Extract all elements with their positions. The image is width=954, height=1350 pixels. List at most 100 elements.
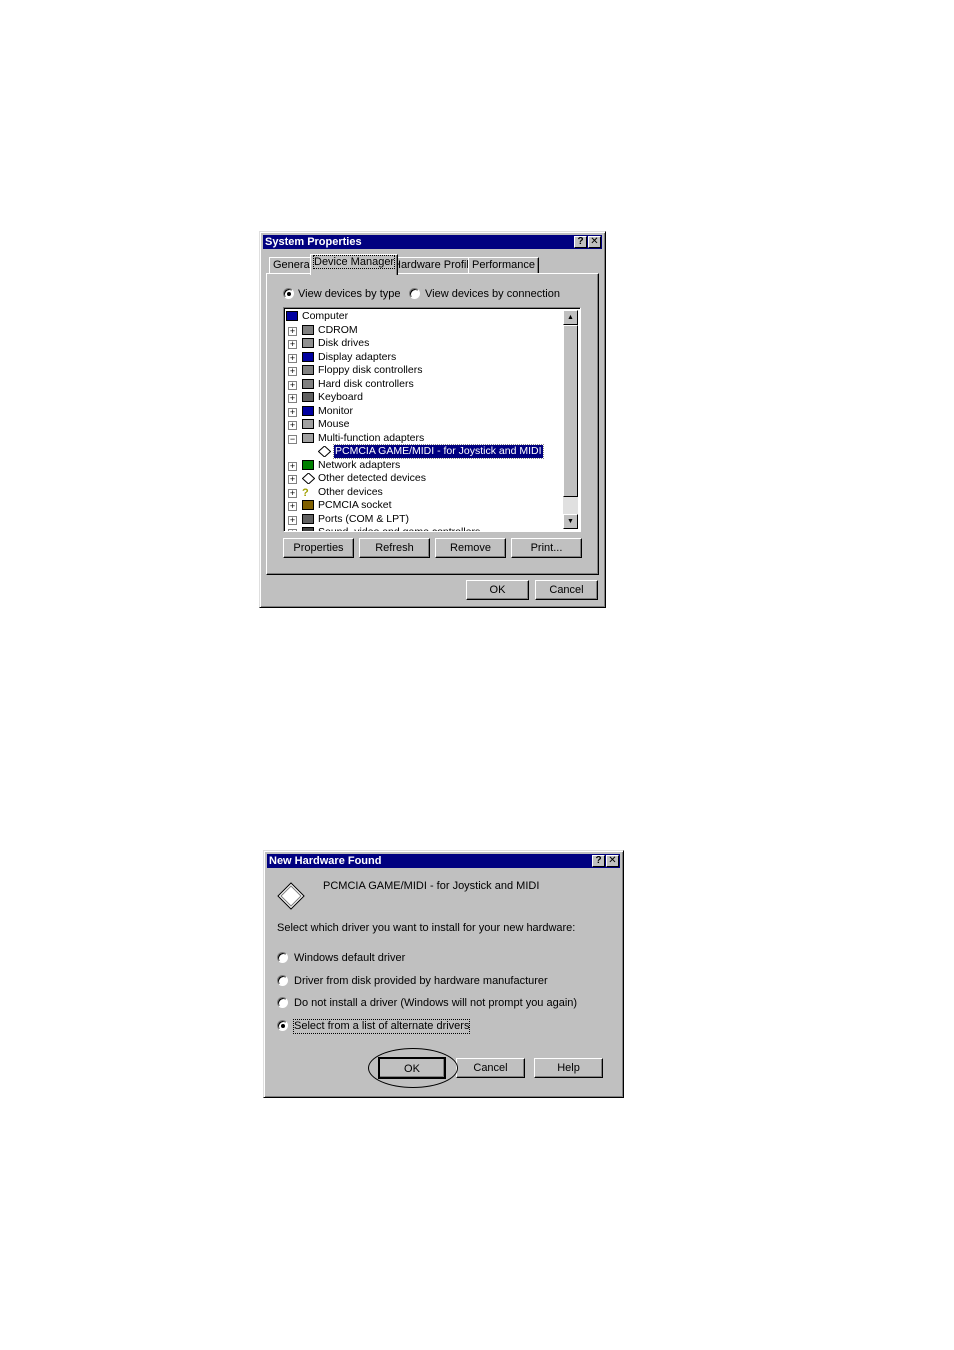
tree-item[interactable]: + Other detected devices	[284, 472, 564, 486]
expand-icon[interactable]: +	[288, 326, 297, 336]
cancel-button[interactable]: Cancel	[456, 1058, 525, 1078]
tree-item[interactable]: + Hard disk controllers	[284, 378, 564, 392]
print-button[interactable]: Print...	[511, 538, 582, 558]
windows-default-radio[interactable]	[277, 952, 288, 963]
close-icon[interactable]: ✕	[606, 855, 619, 867]
tree-item-label: Keyboard	[318, 391, 363, 403]
tree-item-label: Display adapters	[318, 350, 397, 363]
new-hardware-dialog: New Hardware Found ? ✕ PCMCIA GAME/MIDI …	[263, 850, 624, 1098]
no-driver-radio[interactable]	[277, 997, 288, 1008]
device-tree[interactable]: Computer + CDROM + Disk drives + Display adapt…	[283, 307, 581, 532]
tree-item[interactable]: PCMCIA GAME/MIDI - for Joystick and MIDI	[284, 444, 564, 459]
new-hardware-titlebar[interactable]: New Hardware Found ? ✕	[267, 854, 620, 868]
refresh-button[interactable]: Refresh	[359, 538, 430, 558]
floppy-controller-icon	[302, 365, 314, 375]
no-driver-label[interactable]: Do not install a driver (Windows will no…	[294, 997, 577, 1010]
expand-icon[interactable]: +	[288, 475, 297, 484]
tree-item[interactable]: + Mouse	[284, 418, 564, 432]
view-by-type-label[interactable]: View devices by type	[298, 288, 401, 301]
help-button[interactable]: Help	[534, 1058, 603, 1078]
network-adapter-icon	[302, 459, 314, 470]
ok-highlight-oval	[368, 1048, 458, 1088]
properties-button[interactable]: Properties	[283, 538, 354, 558]
expand-icon[interactable]: +	[288, 515, 297, 525]
collapse-icon[interactable]: −	[288, 434, 297, 444]
expand-icon[interactable]: +	[288, 353, 297, 363]
close-icon[interactable]: ✕	[588, 236, 601, 248]
tree-scrollbar[interactable]: ▲ ▼	[563, 310, 578, 529]
tree-item-label: PCMCIA GAME/MIDI - for Joystick and MIDI	[333, 444, 544, 459]
alternate-drivers-radio[interactable]	[277, 1020, 288, 1031]
tree-item-label: Other detected devices	[318, 472, 426, 484]
expand-icon[interactable]: +	[288, 367, 297, 376]
tree-item-label: PCMCIA socket	[318, 499, 392, 511]
tree-item[interactable]: + Monitor	[284, 405, 564, 419]
scroll-down-icon[interactable]: ▼	[563, 514, 578, 529]
cdrom-icon	[302, 324, 314, 335]
driver-prompt: Select which driver you want to install …	[277, 922, 576, 934]
tree-item[interactable]: + PCMCIA socket	[284, 499, 564, 513]
expand-icon[interactable]: +	[288, 502, 297, 511]
keyboard-icon	[302, 392, 314, 402]
port-icon	[302, 513, 314, 524]
expand-icon[interactable]: +	[288, 461, 297, 471]
windows-default-label[interactable]: Windows default driver	[294, 952, 405, 965]
new-hardware-title: New Hardware Found	[269, 855, 382, 867]
hard-disk-controller-icon	[302, 378, 314, 389]
tree-item-label: Other devices	[318, 485, 383, 498]
view-by-connection-label[interactable]: View devices by connection	[425, 288, 560, 301]
driver-from-disk-radio[interactable]	[277, 975, 288, 986]
tree-item[interactable]: + CDROM	[284, 324, 564, 338]
view-by-type-radio[interactable]	[283, 288, 294, 299]
tree-item[interactable]: Computer	[284, 310, 564, 324]
expand-icon[interactable]: +	[288, 394, 297, 403]
tab-device-manager[interactable]: Device Manager	[310, 254, 399, 275]
remove-button[interactable]: Remove	[435, 538, 506, 558]
tree-item-label: Disk drives	[318, 337, 370, 349]
expand-icon[interactable]: +	[288, 488, 297, 498]
expand-icon[interactable]: +	[288, 340, 297, 349]
view-by-connection-radio[interactable]	[409, 288, 420, 299]
tree-item-label: Network adapters	[318, 458, 401, 471]
device-manager-panel: View devices by type View devices by con…	[266, 273, 599, 575]
tree-item[interactable]: +? Other devices	[284, 486, 564, 500]
tree-item[interactable]: + Network adapters	[284, 459, 564, 473]
diamond-device-icon	[277, 882, 305, 910]
tree-item-label: Sound, video and game controllers	[318, 526, 481, 532]
tree-item[interactable]: + Disk drives	[284, 337, 564, 351]
multifunction-icon	[302, 432, 314, 443]
tree-item[interactable]: + Keyboard	[284, 391, 564, 405]
ok-button[interactable]: OK	[466, 580, 529, 600]
scroll-thumb[interactable]	[563, 325, 578, 497]
tab-performance[interactable]: Performance	[468, 257, 539, 274]
expand-icon[interactable]: +	[288, 421, 297, 430]
tree-item[interactable]: + Floppy disk controllers	[284, 364, 564, 378]
alternate-drivers-label[interactable]: Select from a list of alternate drivers	[292, 1019, 471, 1034]
tree-item-label: Floppy disk controllers	[318, 364, 423, 376]
device-name: PCMCIA GAME/MIDI - for Joystick and MIDI	[323, 880, 540, 892]
pcmcia-icon	[302, 500, 314, 510]
tree-item[interactable]: − Multi-function adapters	[284, 432, 564, 446]
diamond-icon	[317, 445, 332, 458]
tree-item-label: CDROM	[318, 323, 358, 336]
tree-item[interactable]: + Display adapters	[284, 351, 564, 365]
help-icon[interactable]: ?	[592, 855, 605, 867]
system-properties-dialog: System Properties ? ✕ General Device Man…	[259, 231, 606, 608]
disk-drive-icon	[302, 338, 314, 348]
cancel-button[interactable]: Cancel	[535, 580, 598, 600]
expand-icon[interactable]: +	[288, 407, 297, 417]
expand-icon[interactable]: +	[288, 380, 297, 390]
computer-icon	[286, 311, 298, 321]
scroll-up-icon[interactable]: ▲	[563, 310, 578, 325]
expand-icon[interactable]: +	[288, 529, 297, 531]
tree-item-label: Computer	[302, 310, 349, 322]
diamond-icon	[301, 472, 316, 485]
tree-item-label: Hard disk controllers	[318, 377, 414, 390]
driver-from-disk-label[interactable]: Driver from disk provided by hardware ma…	[294, 975, 548, 988]
tree-item[interactable]: + Ports (COM & LPT)	[284, 513, 564, 527]
sound-icon	[302, 527, 314, 531]
system-properties-titlebar[interactable]: System Properties ? ✕	[263, 235, 602, 249]
help-icon[interactable]: ?	[574, 236, 587, 248]
tree-item[interactable]: + Sound, video and game controllers	[284, 526, 564, 532]
system-properties-title: System Properties	[265, 236, 362, 248]
